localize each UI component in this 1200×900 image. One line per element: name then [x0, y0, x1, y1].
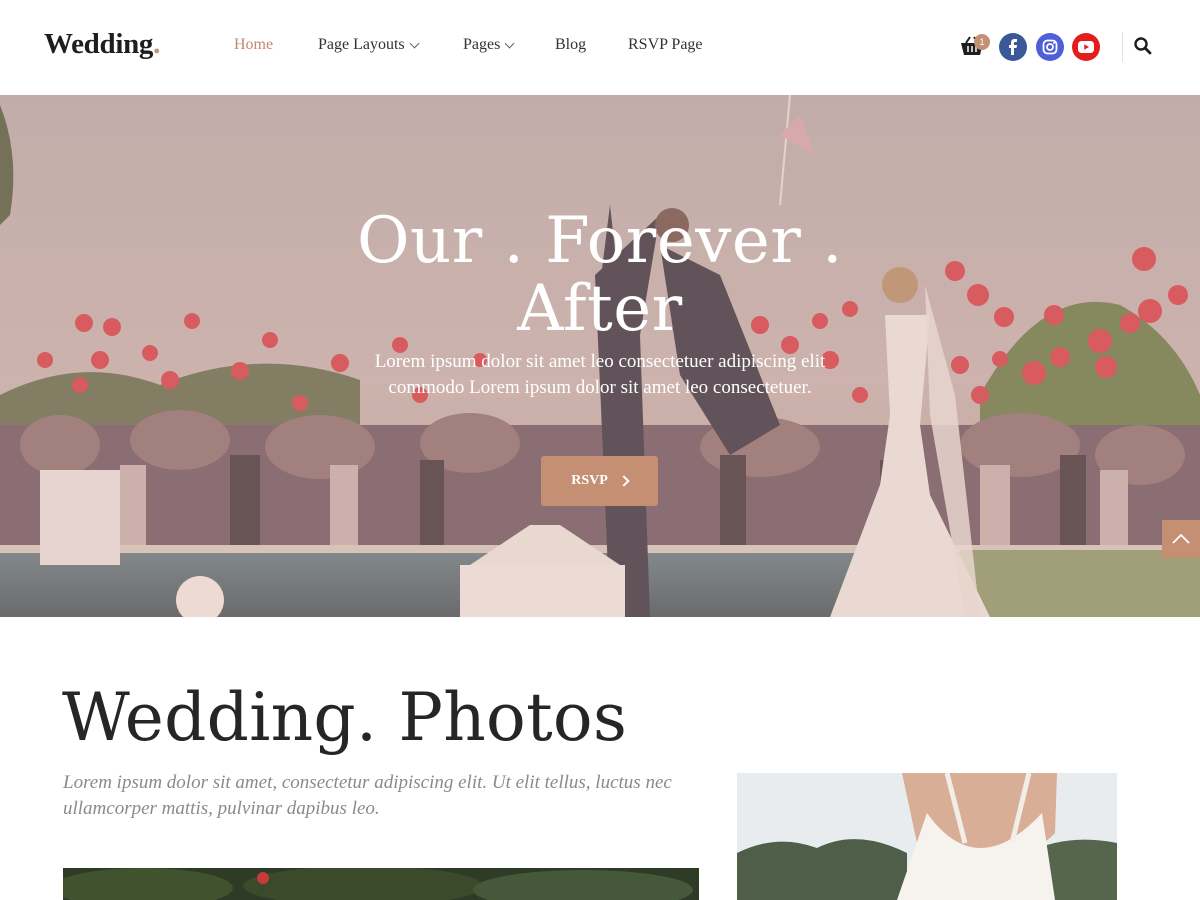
wedding-photo-left	[63, 868, 699, 900]
rsvp-button-label: RSVP	[571, 473, 608, 488]
hero-banner: Our . Forever . After Lorem ipsum dolor …	[0, 95, 1200, 617]
hero-description: Lorem ipsum dolor sit amet leo consectet…	[374, 351, 826, 398]
nav-item-blog[interactable]: Blog	[555, 36, 586, 54]
chevron-right-icon	[618, 475, 630, 487]
cart-count-badge: 1	[974, 34, 990, 50]
instagram-icon[interactable]	[1036, 33, 1064, 61]
nav-label: Home	[234, 36, 274, 53]
nav-label: Page Layouts	[318, 36, 405, 53]
chevron-down-icon	[409, 38, 420, 48]
site-header: Wedding. Home Page Layouts Pages Blog RS…	[0, 0, 1200, 95]
nav-label: RSVP Page	[628, 36, 703, 53]
rsvp-button[interactable]: RSVP	[541, 456, 658, 506]
youtube-icon[interactable]	[1072, 33, 1100, 61]
logo-text: Wedding	[44, 28, 154, 60]
search-icon[interactable]	[1133, 36, 1155, 58]
nav-item-home[interactable]: Home	[234, 36, 273, 54]
photos-section-description: Lorem ipsum dolor sit amet, consectetur …	[63, 772, 672, 819]
nav-label: Blog	[555, 36, 587, 53]
hero-title: Our . Forever . After	[356, 204, 844, 346]
wedding-photo-right	[737, 773, 1117, 900]
nav-item-page-layouts[interactable]: Page Layouts	[318, 36, 420, 54]
photos-section-title: Wedding. Photos	[62, 679, 628, 756]
site-logo[interactable]: Wedding.	[44, 28, 160, 61]
nav-item-pages[interactable]: Pages	[463, 36, 515, 54]
scroll-to-top-button[interactable]	[1162, 520, 1200, 558]
chevron-down-icon	[504, 38, 515, 48]
facebook-icon[interactable]	[999, 33, 1027, 61]
header-divider	[1122, 32, 1123, 62]
nav-item-rsvp-page[interactable]: RSVP Page	[628, 36, 703, 54]
chevron-up-icon	[1172, 533, 1190, 544]
logo-dot: .	[153, 28, 161, 60]
nav-label: Pages	[463, 36, 501, 53]
